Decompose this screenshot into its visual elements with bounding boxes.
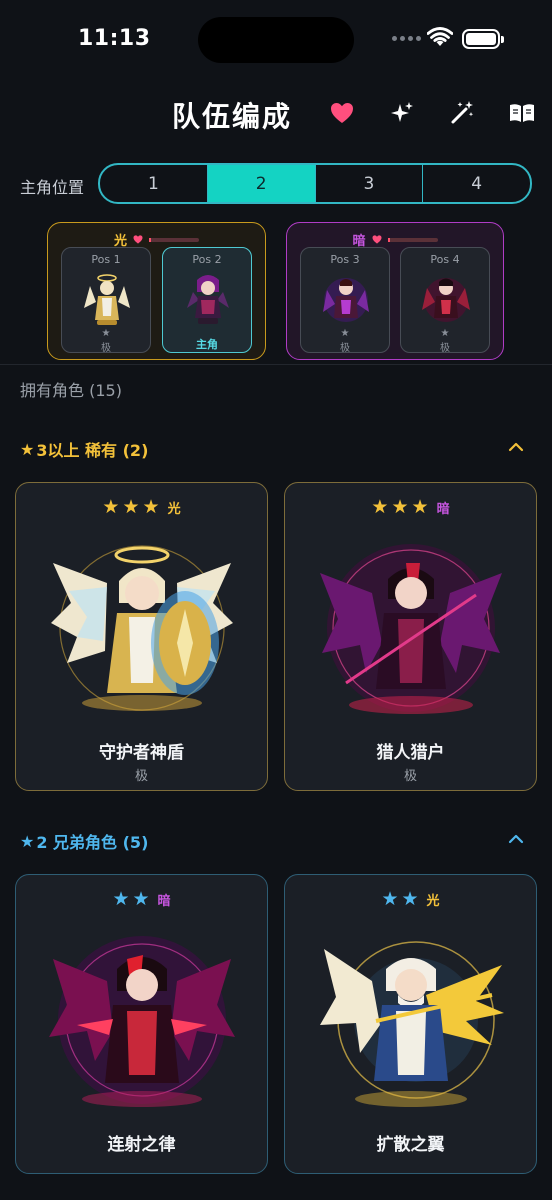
star-icon: ★ — [411, 496, 429, 518]
book-icon[interactable] — [509, 100, 535, 126]
star-icon: ★ — [132, 888, 150, 910]
card-element: 暗 — [157, 894, 171, 909]
character-card[interactable]: ★ ★ 光 扩散之翼 — [284, 874, 537, 1174]
character-portrait — [84, 274, 130, 325]
card-name: 扩散之翼 — [376, 1135, 445, 1155]
team-slot-pos-1[interactable]: Pos 1 ★ 极 — [61, 247, 151, 354]
dynamic-island — [198, 17, 354, 63]
card-name: 猎人猎户 — [376, 743, 445, 763]
card-rank: 极 — [134, 769, 148, 784]
star-icon: ★ — [391, 496, 409, 518]
star-icon: ★ — [401, 888, 419, 910]
lead-position-option-4[interactable]: 4 — [423, 165, 530, 202]
section-star-icon: ★ — [20, 439, 35, 459]
magic-wand-icon[interactable] — [449, 100, 475, 126]
lead-position-option-3[interactable]: 3 — [316, 165, 424, 202]
wifi-icon — [427, 27, 453, 46]
slot-star: ★ — [340, 328, 350, 339]
team-slot-pos-2[interactable]: Pos 2 主角 — [162, 247, 252, 353]
slot-star: ★ — [101, 328, 111, 339]
star-icon: ★ — [102, 496, 120, 518]
card-name: 连射之律 — [107, 1135, 176, 1155]
slot-rank: 极 — [440, 343, 450, 354]
battery-icon — [462, 29, 504, 49]
team-group-dark: 暗 Pos 3 ★ 极 Pos 4 ★ 极 — [286, 222, 504, 360]
lead-badge: 主角 — [196, 338, 218, 351]
star-icon: ★ — [112, 888, 130, 910]
card-element: 暗 — [436, 502, 450, 517]
slot-pos-label: Pos 3 — [330, 253, 360, 266]
status-bar: 11:13 — [0, 0, 552, 84]
star-icon: ★ — [371, 496, 389, 518]
character-card[interactable]: ★ ★ ★ 光 守护者神盾 极 — [15, 482, 268, 791]
lead-position-option-1[interactable]: 1 — [100, 165, 208, 202]
section-header-brothers[interactable]: ★ 2 兄弟角色 (5) — [20, 829, 148, 853]
character-artwork — [51, 545, 233, 711]
card-element: 光 — [426, 894, 440, 909]
status-time: 11:13 — [78, 26, 151, 51]
section-star-icon: ★ — [20, 831, 35, 851]
character-artwork — [320, 941, 504, 1107]
card-rarity: ★ ★ ★ 光 — [16, 496, 267, 518]
divider — [0, 364, 552, 365]
character-portrait — [422, 278, 470, 322]
sparkles-icon[interactable] — [389, 100, 415, 126]
chevron-up-icon[interactable] — [507, 833, 525, 845]
section-title: 2 兄弟角色 (5) — [36, 833, 149, 852]
card-name: 守护者神盾 — [99, 743, 184, 763]
lead-position-option-2[interactable]: 2 — [207, 165, 316, 202]
section-header-rare[interactable]: ★ 3以上 稀有 (2) — [20, 437, 148, 461]
heart-icon — [372, 235, 381, 244]
lead-position-label: 主角位置 — [20, 178, 85, 197]
slot-rank: 极 — [340, 343, 350, 354]
chevron-up-icon[interactable] — [507, 441, 525, 453]
heart-icon[interactable] — [329, 100, 355, 126]
card-rarity: ★ ★ ★ 暗 — [285, 496, 536, 518]
section-title: 3以上 稀有 (2) — [36, 441, 149, 460]
slot-pos-label: Pos 1 — [91, 253, 121, 266]
owned-characters-count: 拥有角色 (15) — [20, 381, 122, 400]
slot-pos-label: Pos 4 — [430, 253, 460, 266]
heart-icon — [133, 235, 143, 244]
team-slot-pos-3[interactable]: Pos 3 ★ 极 — [300, 247, 390, 354]
character-portrait — [187, 275, 229, 324]
character-artwork — [49, 936, 235, 1107]
team-group-light: 光 Pos 1 ★ 极 Pos 2 主角 — [47, 222, 266, 360]
slot-pos-label: Pos 2 — [192, 253, 222, 266]
lead-position-segmented-control: 1 2 3 4 — [98, 163, 532, 204]
star-icon: ★ — [122, 496, 140, 518]
character-portrait — [323, 278, 369, 322]
character-card[interactable]: ★ ★ 暗 连射之律 — [15, 874, 268, 1174]
card-element: 光 — [167, 502, 181, 517]
card-rank: 极 — [403, 769, 417, 784]
slot-star: ★ — [440, 328, 450, 339]
card-rarity: ★ ★ 暗 — [16, 888, 267, 910]
card-rarity: ★ ★ 光 — [285, 888, 536, 910]
cellular-signal-icon — [392, 36, 421, 41]
affinity-bar — [387, 237, 438, 242]
page-title: 队伍编成 — [172, 100, 293, 133]
star-icon: ★ — [381, 888, 399, 910]
affinity-bar — [149, 237, 199, 242]
team-slot-pos-4[interactable]: Pos 4 ★ 极 — [400, 247, 490, 354]
star-icon: ★ — [142, 496, 160, 518]
slot-rank: 极 — [101, 343, 111, 354]
character-card[interactable]: ★ ★ ★ 暗 猎人猎户 极 — [284, 482, 537, 791]
character-artwork — [320, 544, 502, 714]
